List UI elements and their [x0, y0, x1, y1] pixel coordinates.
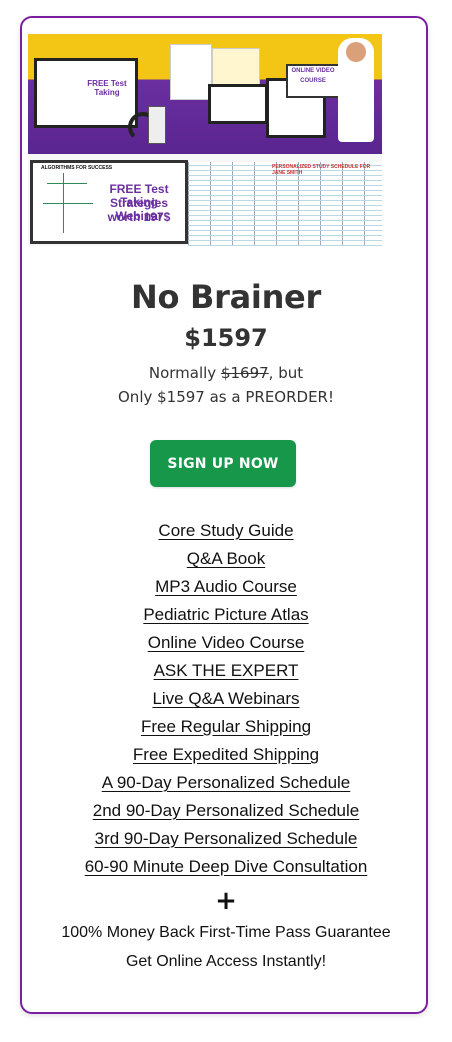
monitor-webinar-preview: FREE Test Taking	[34, 58, 138, 128]
list-item: MP3 Audio Course	[0, 574, 452, 602]
original-price-strikethrough: $1697	[220, 364, 269, 382]
flowchart-line	[47, 183, 87, 184]
webinar-preview-text: FREE Test Taking	[87, 79, 127, 97]
flowchart-line	[43, 203, 93, 204]
algorithm-label: ALGORITHMS FOR SUCCESS	[41, 165, 113, 171]
feature-link[interactable]: 60-90 Minute Deep Dive Consultation	[85, 857, 368, 876]
list-item: Online Video Course	[0, 630, 452, 658]
feature-link[interactable]: A 90-Day Personalized Schedule	[102, 773, 351, 792]
list-item: 60-90 Minute Deep Dive Consultation	[0, 854, 452, 882]
access-text: Get Online Access Instantly!	[125, 953, 327, 970]
sign-up-button[interactable]: SIGN UP NOW	[150, 440, 296, 487]
normal-price-prefix: Normally	[148, 364, 221, 382]
feature-link[interactable]: 2nd 90-Day Personalized Schedule	[93, 801, 360, 820]
algorithm-board: ALGORITHMS FOR SUCCESS FREE Test Taking …	[30, 160, 188, 244]
feature-link[interactable]: Pediatric Picture Atlas	[143, 605, 308, 624]
feature-link[interactable]: Live Q&A Webinars	[152, 689, 299, 708]
product-bundle-image: FREE Test Taking ONLINE VIDEO COURSE ALG…	[28, 34, 382, 246]
online-course-label: ONLINE VIDEO COURSE	[286, 64, 340, 98]
list-item: Core Study Guide	[0, 518, 452, 546]
list-item: Pediatric Picture Atlas	[0, 602, 452, 630]
feature-list: Core Study Guide Q&A Book MP3 Audio Cour…	[0, 518, 452, 882]
feature-link[interactable]: 3rd 90-Day Personalized Schedule	[95, 829, 358, 848]
list-item: 3rd 90-Day Personalized Schedule	[0, 826, 452, 854]
list-item: A 90-Day Personalized Schedule	[0, 770, 452, 798]
guarantee-text: 100% Money Back First-Time Pass Guarante…	[61, 924, 391, 941]
list-item: Live Q&A Webinars	[0, 686, 452, 714]
feature-link[interactable]: Q&A Book	[187, 549, 265, 568]
normal-price-suffix: , but	[268, 364, 304, 382]
normal-price-line: Normally $1697, but	[0, 364, 452, 382]
book-cover-icon	[170, 44, 212, 100]
schedule-label: PERSONALIZED STUDY SCHEDULE FOR JANE SMI…	[272, 164, 371, 176]
feature-link[interactable]: Core Study Guide	[158, 521, 293, 540]
doctor-face-icon	[346, 42, 366, 62]
plus-sign: +	[215, 886, 237, 916]
list-item: Free Expedited Shipping	[0, 742, 452, 770]
feature-link[interactable]: Online Video Course	[148, 633, 305, 652]
product-title: No Brainer	[131, 278, 321, 316]
list-item: 2nd 90-Day Personalized Schedule	[0, 798, 452, 826]
laptop-icon	[208, 84, 268, 124]
list-item: ASK THE EXPERT	[0, 658, 452, 686]
mp3-player-icon	[148, 106, 166, 144]
preorder-note: Only $1597 as a PREORDER!	[118, 388, 334, 406]
webinar-line-3: worth 197$	[107, 210, 171, 224]
product-price: $1597	[184, 324, 268, 352]
feature-link[interactable]: ASK THE EXPERT	[154, 661, 299, 680]
feature-link[interactable]: Free Expedited Shipping	[133, 745, 319, 764]
study-schedule-sheet: PERSONALIZED STUDY SCHEDULE FOR JANE SMI…	[188, 162, 382, 246]
list-item: Free Regular Shipping	[0, 714, 452, 742]
feature-link[interactable]: Free Regular Shipping	[141, 717, 311, 736]
feature-link[interactable]: MP3 Audio Course	[155, 577, 297, 596]
list-item: Q&A Book	[0, 546, 452, 574]
